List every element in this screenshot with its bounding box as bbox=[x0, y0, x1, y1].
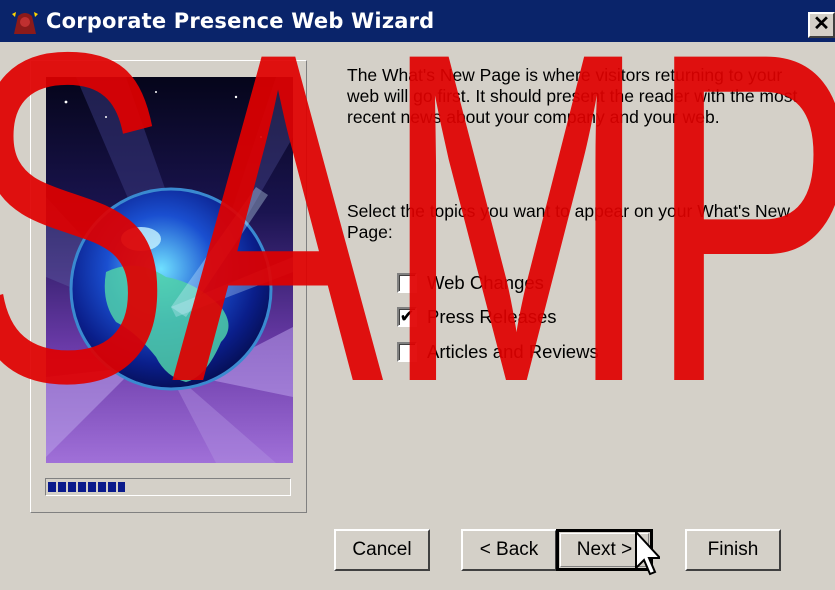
checkbox-label[interactable]: Web Changes bbox=[427, 271, 544, 295]
page-description: The What's New Page is where visitors re… bbox=[347, 65, 798, 127]
checkbox-box[interactable]: ✔ bbox=[397, 307, 417, 327]
topics-instruction: Select the topics you want to appear on … bbox=[347, 201, 791, 242]
wizard-app-icon bbox=[12, 12, 38, 34]
wizard-progress-bar bbox=[45, 478, 291, 496]
finish-button[interactable]: Finish bbox=[685, 529, 781, 571]
checkbox-box[interactable] bbox=[397, 273, 417, 293]
cancel-button[interactable]: Cancel bbox=[334, 529, 430, 571]
progress-fill bbox=[48, 482, 125, 492]
title-bar[interactable]: Corporate Presence Web Wizard ✕ bbox=[0, 0, 835, 42]
back-button[interactable]: < Back bbox=[461, 529, 557, 571]
checkbox-box[interactable] bbox=[397, 342, 417, 362]
globe-artwork-image bbox=[46, 77, 293, 463]
close-button[interactable]: ✕ bbox=[808, 12, 835, 38]
checkbox-label[interactable]: Press Releases bbox=[427, 305, 557, 329]
close-icon: ✕ bbox=[813, 13, 830, 35]
checkbox-label[interactable]: Articles and Reviews bbox=[427, 340, 599, 364]
mouse-pointer-icon bbox=[635, 530, 660, 576]
wizard-dialog: Corporate Presence Web Wizard ✕ The What… bbox=[0, 0, 835, 590]
window-title: Corporate Presence Web Wizard bbox=[46, 9, 435, 33]
wizard-artwork-panel bbox=[30, 60, 307, 513]
